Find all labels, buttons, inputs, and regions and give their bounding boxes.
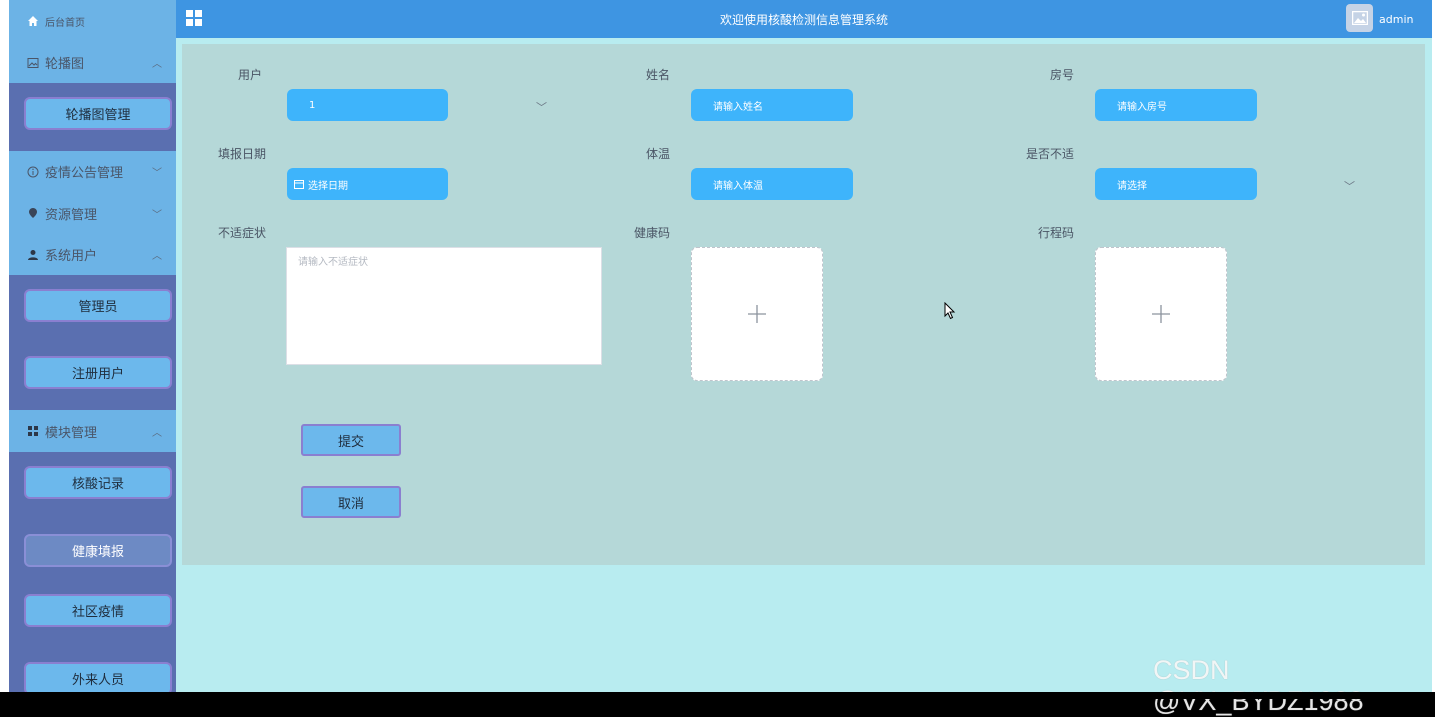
sidebar-item-health-report[interactable]: 健康填报 bbox=[24, 534, 172, 567]
symptom-textarea[interactable]: 请输入不适症状 bbox=[286, 247, 602, 365]
sidebar-home-label: 后台首页 bbox=[45, 17, 85, 29]
sidebar-item-visitors[interactable]: 外来人员 bbox=[24, 662, 172, 692]
cancel-button-label: 取消 bbox=[337, 496, 364, 512]
calendar-icon bbox=[294, 180, 304, 189]
sidebar-item-label: 注册用户 bbox=[71, 367, 124, 382]
unwell-select-placeholder: 请选择 bbox=[1117, 180, 1147, 192]
top-header: 欢迎使用核酸检测信息管理系统 admin bbox=[176, 0, 1432, 38]
home-icon bbox=[27, 15, 39, 27]
sidebar-group-modules[interactable]: 模块管理 ︿ bbox=[9, 410, 176, 452]
room-label: 房号 bbox=[1049, 68, 1074, 82]
user-icon bbox=[27, 249, 39, 261]
app-window: 后台首页 轮播图 ︿ 轮播图管理 疫情公告管理 ﹀ 资源管理 ﹀ 系统用户 ︿ … bbox=[0, 0, 1435, 716]
sidebar-item-nucleic-records[interactable]: 核酸记录 bbox=[24, 466, 172, 499]
trip-code-upload[interactable] bbox=[1095, 247, 1227, 381]
unwell-select[interactable]: 请选择 bbox=[1095, 168, 1257, 200]
page-title: 欢迎使用核酸检测信息管理系统 bbox=[719, 13, 888, 27]
name-input[interactable]: 请输入姓名 bbox=[691, 89, 853, 121]
unwell-label: 是否不适 bbox=[1025, 147, 1074, 161]
sidebar-group-system-users[interactable]: 系统用户 ︿ bbox=[9, 234, 176, 275]
user-label: 用户 bbox=[237, 68, 262, 82]
sidebar-item-registered-users[interactable]: 注册用户 bbox=[24, 356, 172, 389]
window-frame-bottom bbox=[0, 692, 1435, 699]
sidebar-item-label: 健康填报 bbox=[71, 545, 124, 560]
chevron-down-icon[interactable]: ﹀ bbox=[1344, 178, 1355, 194]
chevron-up-icon: ︿ bbox=[152, 59, 162, 70]
plus-icon bbox=[748, 305, 766, 323]
symptom-label: 不适症状 bbox=[217, 226, 266, 240]
trip-code-label: 行程码 bbox=[1037, 226, 1074, 240]
submit-button-label: 提交 bbox=[337, 434, 364, 450]
sidebar-item-label: 核酸记录 bbox=[71, 477, 124, 492]
info-circle-icon bbox=[27, 166, 39, 178]
health-code-label: 健康码 bbox=[633, 226, 670, 240]
avatar[interactable] bbox=[1346, 4, 1373, 32]
sidebar-item-label: 社区疫情 bbox=[71, 605, 124, 620]
sidebar-item-admin[interactable]: 管理员 bbox=[24, 289, 172, 322]
health-report-form: 用户 1 ﹀ 姓名 请输入姓名 房号 请输入房号 填报日期 选择日期 体温 请输… bbox=[182, 44, 1425, 565]
sidebar: 后台首页 轮播图 ︿ 轮播图管理 疫情公告管理 ﹀ 资源管理 ﹀ 系统用户 ︿ … bbox=[9, 0, 176, 692]
sidebar-item-carousel-manage[interactable]: 轮播图管理 bbox=[24, 97, 172, 130]
sidebar-group-label: 系统用户 bbox=[45, 249, 98, 264]
temperature-input-placeholder: 请输入体温 bbox=[713, 180, 763, 192]
user-select[interactable]: 1 bbox=[287, 89, 448, 121]
sidebar-group-resources[interactable]: 资源管理 ﹀ bbox=[9, 192, 176, 234]
username[interactable]: admin bbox=[1379, 13, 1413, 26]
sidebar-group-label: 疫情公告管理 bbox=[45, 166, 124, 181]
main-content: 用户 1 ﹀ 姓名 请输入姓名 房号 请输入房号 填报日期 选择日期 体温 请输… bbox=[176, 38, 1432, 692]
location-pin-icon bbox=[27, 207, 39, 219]
image-placeholder-icon bbox=[1351, 11, 1368, 25]
chevron-down-icon: ﹀ bbox=[152, 209, 162, 221]
sidebar-group-label: 资源管理 bbox=[45, 207, 98, 223]
sidebar-item-label: 轮播图管理 bbox=[65, 108, 131, 123]
temperature-input[interactable]: 请输入体温 bbox=[691, 168, 853, 200]
chevron-up-icon: ︿ bbox=[152, 251, 162, 262]
sidebar-group-carousel[interactable]: 轮播图 ︿ bbox=[9, 42, 176, 83]
room-input[interactable]: 请输入房号 bbox=[1095, 89, 1257, 121]
chevron-up-icon: ︿ bbox=[152, 427, 162, 439]
name-input-placeholder: 请输入姓名 bbox=[713, 101, 763, 113]
chevron-down-icon[interactable]: ﹀ bbox=[536, 99, 547, 115]
date-picker[interactable]: 选择日期 bbox=[287, 168, 448, 200]
user-select-value: 1 bbox=[309, 99, 316, 111]
date-label: 填报日期 bbox=[217, 147, 266, 161]
sidebar-item-label: 外来人员 bbox=[71, 673, 124, 688]
mouse-cursor-icon bbox=[944, 302, 956, 320]
sidebar-group-label: 轮播图 bbox=[45, 57, 85, 72]
temperature-label: 体温 bbox=[645, 147, 670, 161]
symptom-textarea-placeholder: 请输入不适症状 bbox=[298, 257, 368, 268]
health-code-upload[interactable] bbox=[691, 247, 823, 381]
sidebar-group-label: 模块管理 bbox=[45, 425, 98, 441]
watermark: CSDN @VX_BYDZ1988 bbox=[1153, 655, 1364, 716]
sidebar-item-home[interactable]: 后台首页 bbox=[9, 0, 176, 42]
sidebar-item-label: 管理员 bbox=[78, 300, 118, 315]
date-picker-placeholder: 选择日期 bbox=[308, 180, 348, 192]
picture-icon bbox=[27, 57, 39, 69]
sidebar-group-announcements[interactable]: 疫情公告管理 ﹀ bbox=[9, 151, 176, 192]
room-input-placeholder: 请输入房号 bbox=[1117, 101, 1167, 113]
cancel-button[interactable]: 取消 bbox=[301, 486, 401, 518]
plus-icon bbox=[1152, 305, 1170, 323]
window-frame-left bbox=[0, 0, 9, 699]
sidebar-item-community-epidemic[interactable]: 社区疫情 bbox=[24, 594, 172, 627]
grid-icon bbox=[27, 425, 39, 437]
name-label: 姓名 bbox=[645, 68, 670, 82]
submit-button[interactable]: 提交 bbox=[301, 424, 401, 456]
chevron-down-icon: ﹀ bbox=[152, 168, 162, 179]
